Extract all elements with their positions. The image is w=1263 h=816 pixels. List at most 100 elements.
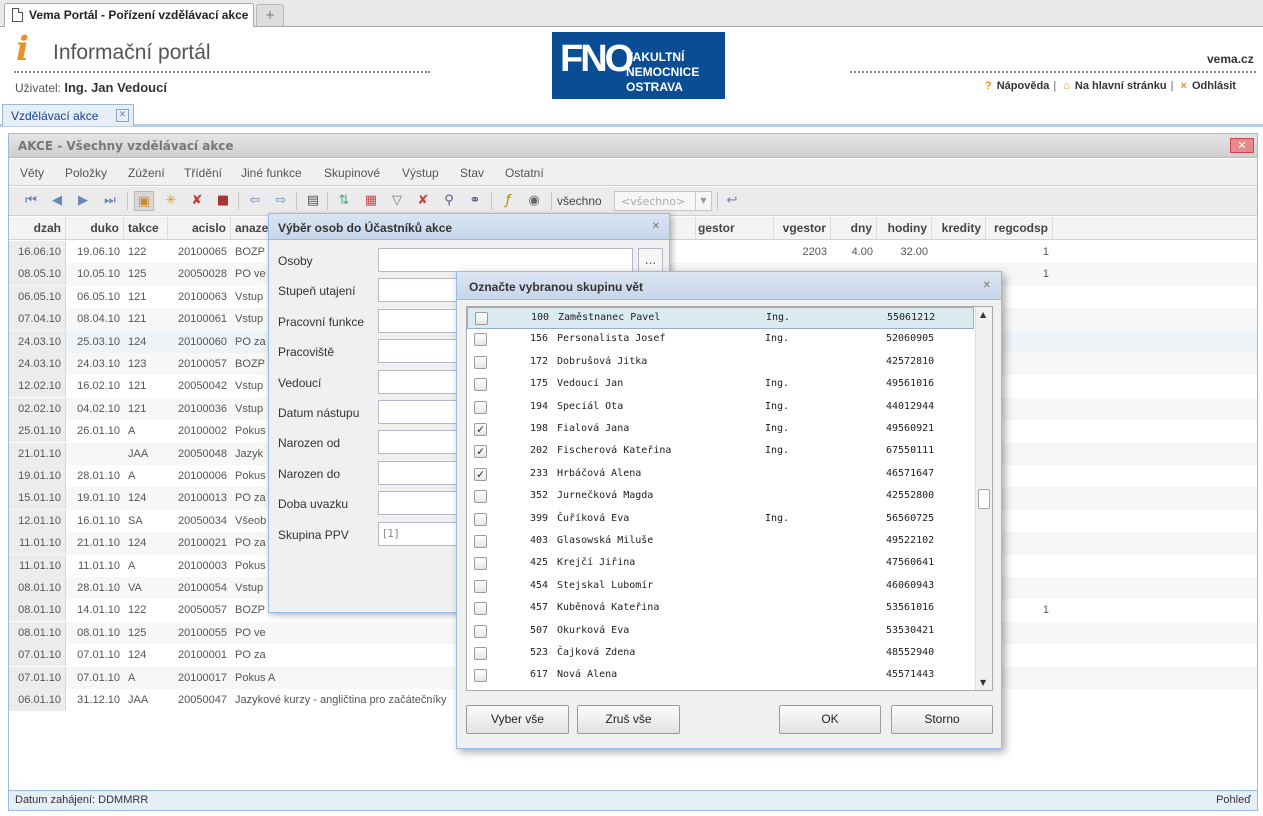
menu-polozky[interactable]: Položky bbox=[65, 166, 107, 180]
list-item[interactable]: 454 Stejskal Lubomír 46060943 bbox=[467, 576, 974, 598]
list-item[interactable]: 352 Jurnečková Magda 42552800 bbox=[467, 486, 974, 508]
table-icon[interactable]: ▤ bbox=[303, 191, 323, 211]
list-item[interactable]: ✓ 202 Fischerová Kateřina Ing. 67550111 bbox=[467, 441, 974, 463]
scroll-thumb[interactable] bbox=[978, 489, 990, 509]
scroll-down-icon[interactable]: ▼ bbox=[980, 678, 986, 687]
row-checkbox[interactable] bbox=[474, 579, 487, 593]
list-item[interactable]: ✓ 233 Hrbáčová Alena 46571647 bbox=[467, 464, 974, 486]
list-item[interactable]: 617 Nová Alena 45571443 bbox=[467, 665, 974, 687]
prev-record-icon[interactable]: ◀ bbox=[47, 191, 67, 211]
scope-select[interactable]: <všechno> ▼ bbox=[614, 191, 712, 211]
row-checkbox[interactable] bbox=[474, 378, 487, 392]
menu-jine-funkce[interactable]: Jiné funkce bbox=[241, 166, 302, 180]
menu-vety[interactable]: Věty bbox=[20, 166, 44, 180]
dialog-title-bar[interactable]: Označte vybranou skupinu vět ✕ bbox=[457, 272, 1001, 300]
field-label: Datum nástupu bbox=[278, 406, 360, 420]
row-checkbox[interactable] bbox=[474, 512, 487, 526]
chevron-down-icon[interactable]: ▼ bbox=[695, 192, 711, 210]
row-checkbox[interactable] bbox=[474, 624, 487, 638]
grid-icon[interactable]: ▦ bbox=[361, 191, 381, 211]
menu-trideni[interactable]: Třídění bbox=[184, 166, 222, 180]
search-icon[interactable]: ⚲ bbox=[439, 191, 459, 211]
column-hodiny[interactable]: hodiny bbox=[877, 217, 932, 240]
menu-zuzeni[interactable]: Zúžení bbox=[128, 166, 165, 180]
column-kredity[interactable]: kredity bbox=[932, 217, 986, 240]
dialog-title-bar[interactable]: Výběr osob do Účastníků akce ✕ bbox=[269, 214, 669, 240]
new-record-icon[interactable]: ✳ bbox=[161, 191, 181, 211]
help-link[interactable]: Nápověda bbox=[997, 80, 1050, 92]
window-close-button[interactable]: ✕ bbox=[1230, 138, 1254, 153]
scrollbar[interactable]: ▲ ▼ bbox=[975, 307, 992, 690]
list-item[interactable]: 403 Glasowská Miluše 49522102 bbox=[467, 531, 974, 553]
list-item[interactable]: 523 Čajková Zdena 48552940 bbox=[467, 643, 974, 665]
menu-stav[interactable]: Stav bbox=[460, 166, 484, 180]
function-icon[interactable]: ƒ bbox=[498, 191, 518, 211]
row-checkbox[interactable] bbox=[474, 490, 487, 504]
cancel-button[interactable]: Storno bbox=[891, 705, 993, 734]
browse-button[interactable]: ... bbox=[638, 248, 663, 272]
list-item[interactable]: 100 Zaměstnanec Pavel Ing. 55061212 bbox=[467, 307, 974, 330]
lock-icon[interactable]: ▣ bbox=[134, 191, 154, 211]
close-icon[interactable]: ✕ bbox=[983, 280, 991, 291]
list-item[interactable]: ✓ 198 Fialová Jana Ing. 49560921 bbox=[467, 419, 974, 441]
cell-takce: A bbox=[128, 671, 136, 684]
list-item[interactable]: 457 Kuběnová Kateřina 53561016 bbox=[467, 598, 974, 620]
undo-icon[interactable]: ↩ bbox=[722, 191, 742, 211]
delete-record-icon[interactable]: ✘ bbox=[187, 191, 207, 211]
row-checkbox[interactable]: ✓ bbox=[474, 423, 487, 436]
ok-button[interactable]: OK bbox=[779, 705, 881, 734]
column-dny[interactable]: dny bbox=[831, 217, 877, 240]
row-checkbox[interactable] bbox=[474, 669, 487, 683]
row-checkbox[interactable] bbox=[474, 535, 487, 548]
row-checkbox[interactable] bbox=[474, 400, 487, 414]
list-item[interactable]: 172 Dobrušová Jitka 42572810 bbox=[467, 352, 974, 374]
row-checkbox[interactable] bbox=[474, 602, 487, 616]
arrow-right-icon[interactable]: ⇨ bbox=[271, 191, 291, 211]
column-dzah[interactable]: dzah bbox=[9, 217, 66, 240]
list-item[interactable]: 156 Personalista Josef Ing. 52060905 bbox=[467, 329, 974, 351]
sort-icon[interactable]: ⇅ bbox=[334, 191, 354, 211]
list-item[interactable]: 507 Okurková Eva 53530421 bbox=[467, 621, 974, 643]
column-regcodsp[interactable]: regcodsp bbox=[986, 217, 1053, 240]
filter-icon[interactable]: ▽ bbox=[387, 191, 407, 211]
select-all-button[interactable]: Vyber vše bbox=[466, 705, 569, 734]
logout-link[interactable]: Odhlásit bbox=[1192, 80, 1236, 92]
new-tab-button[interactable]: + bbox=[256, 4, 284, 26]
clear-all-button[interactable]: Zruš vše bbox=[577, 705, 680, 734]
list-item[interactable]: 175 Vedoucí Jan Ing. 49561016 bbox=[467, 374, 974, 396]
column-acislo[interactable]: acislo bbox=[168, 217, 231, 240]
find-icon[interactable]: ⚭ bbox=[465, 191, 485, 211]
column-vgestor[interactable]: vgestor bbox=[774, 217, 831, 240]
close-icon[interactable]: ✕ bbox=[652, 221, 660, 232]
row-checkbox[interactable] bbox=[475, 312, 488, 325]
eye-icon[interactable]: ◉ bbox=[524, 191, 544, 211]
column-gestor[interactable]: gestor bbox=[694, 217, 774, 240]
home-link[interactable]: Na hlavní stránku bbox=[1075, 80, 1167, 92]
close-icon[interactable]: ✕ bbox=[116, 109, 129, 122]
row-checkbox[interactable] bbox=[474, 355, 487, 369]
row-checkbox[interactable]: ✓ bbox=[474, 445, 487, 459]
clear-filter-icon[interactable]: ✘ bbox=[413, 191, 433, 211]
row-checkbox[interactable] bbox=[474, 647, 487, 660]
first-record-icon[interactable]: ⏮ bbox=[21, 191, 41, 211]
list-item[interactable]: 194 Speciál Ota Ing. 44012944 bbox=[467, 397, 974, 419]
list-item[interactable]: 399 Čuříková Eva Ing. 56560725 bbox=[467, 509, 974, 531]
save-icon[interactable]: ■ bbox=[213, 191, 233, 211]
menu-skupinove[interactable]: Skupinové bbox=[324, 166, 380, 180]
list-item[interactable]: 425 Krejčí Jiřina 47560641 bbox=[467, 553, 974, 575]
tab-vzdelavaci-akce[interactable]: Vzdělávací akce ✕ bbox=[2, 104, 134, 126]
menu-vystup[interactable]: Výstup bbox=[402, 166, 439, 180]
column-takce[interactable]: takce bbox=[124, 217, 168, 240]
last-record-icon[interactable]: ⏭ bbox=[100, 191, 120, 211]
row-id: 457 bbox=[530, 602, 549, 614]
row-checkbox[interactable] bbox=[474, 557, 487, 571]
field-input[interactable] bbox=[378, 248, 633, 272]
browser-tab[interactable]: Vema Portál - Pořízení vzdělávací akce bbox=[4, 3, 254, 27]
menu-ostatni[interactable]: Ostatní bbox=[505, 166, 544, 180]
next-record-icon[interactable]: ▶ bbox=[73, 191, 93, 211]
row-checkbox[interactable] bbox=[474, 333, 487, 347]
column-duko[interactable]: duko bbox=[66, 217, 124, 240]
row-checkbox[interactable]: ✓ bbox=[474, 467, 487, 481]
arrow-left-icon[interactable]: ⇦ bbox=[245, 191, 265, 211]
scroll-up-icon[interactable]: ▲ bbox=[980, 310, 986, 319]
